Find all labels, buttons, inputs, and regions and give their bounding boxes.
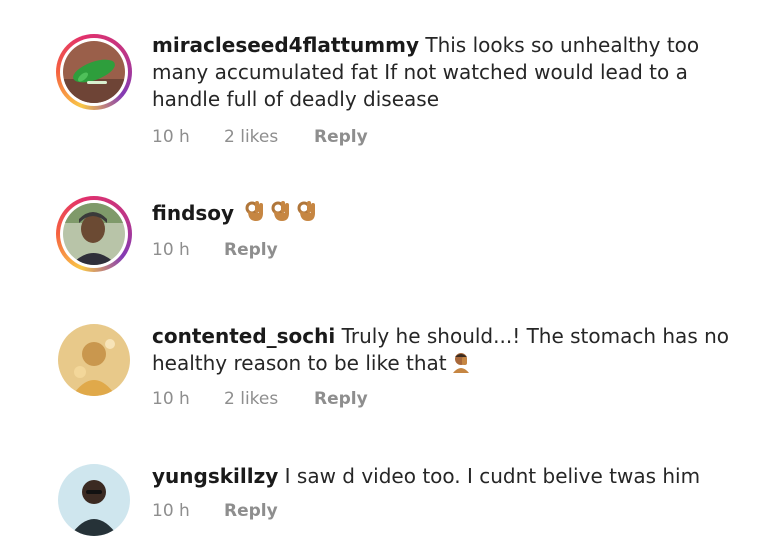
comment-meta: 10 h 2 likes Reply [152,127,368,147]
person-facepalm-icon [451,351,471,380]
comment-username[interactable]: yungskillzy [152,464,278,488]
avatar-ring-gap [57,463,131,537]
comment-body: yungskillzy I saw d video too. I cudnt b… [152,463,742,490]
comment-likes[interactable]: 2 likes [224,127,314,147]
comment-meta: 10 h 2 likes Reply [152,389,368,409]
comment-likes[interactable]: 2 likes [224,389,314,409]
reply-button[interactable]: Reply [224,240,278,260]
person-photo-avatar-icon [58,324,130,396]
comment-text: I saw d video too. I cudnt belive twas h… [284,464,701,488]
comment-username[interactable]: contented_sochi [152,324,335,348]
avatar-ring-gap [60,200,128,268]
comment-time: 10 h [152,240,190,260]
ok-hand-icon [296,199,318,230]
green-logo-avatar-icon [63,41,125,103]
comment-meta: 10 h Reply [152,240,278,260]
avatar[interactable] [56,34,132,110]
reply-button[interactable]: Reply [314,127,368,147]
avatar[interactable] [56,462,132,538]
reply-button[interactable]: Reply [224,501,278,521]
comment-time: 10 h [152,127,190,147]
comment-body: findsoy [152,199,742,230]
comment-username[interactable]: miracleseed4flattummy [152,33,419,57]
comment-time: 10 h [152,389,190,409]
person-photo-avatar-icon [63,203,125,265]
person-photo-avatar-icon [58,464,130,536]
avatar-ring-gap [60,38,128,106]
avatar[interactable] [56,196,132,272]
comment-username[interactable]: findsoy [152,201,234,225]
avatar[interactable] [56,322,132,398]
comment-body: contented_sochi Truly he should...! The … [152,323,742,380]
avatar-ring-gap [57,323,131,397]
ok-hand-icon [270,199,292,230]
ok-hand-icon [244,199,266,230]
reply-button[interactable]: Reply [314,389,368,409]
comment-body: miracleseed4flattummy This looks so unhe… [152,32,742,113]
comment-meta: 10 h Reply [152,501,278,521]
comment-time: 10 h [152,501,190,521]
